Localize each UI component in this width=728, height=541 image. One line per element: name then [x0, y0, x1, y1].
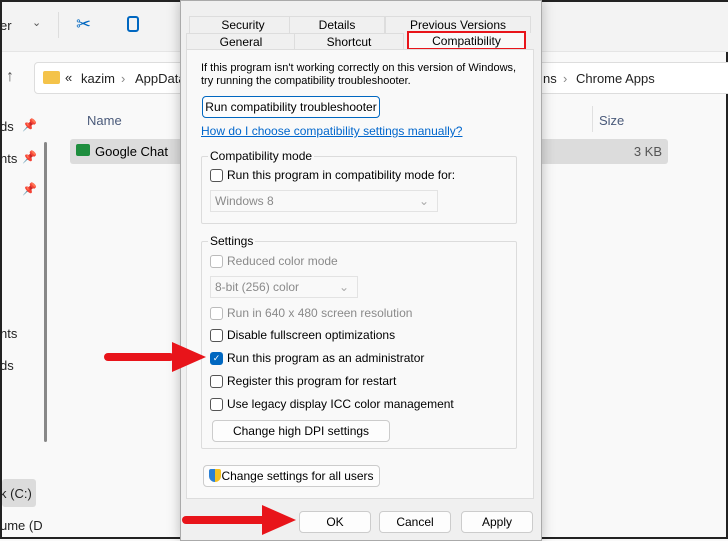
folder-icon — [43, 71, 60, 84]
nav-item[interactable]: ds — [0, 358, 14, 373]
tab-compatibility[interactable]: Compatibility — [407, 31, 526, 50]
breadcrumb-item[interactable]: Chrome Apps — [576, 71, 655, 86]
chevron-down-icon: ⌄ — [338, 280, 349, 294]
resolution-640-checkbox[interactable]: Run in 640 x 480 screen resolution — [210, 306, 412, 320]
register-restart-checkbox[interactable]: Register this program for restart — [210, 374, 396, 388]
run-troubleshooter-button[interactable]: Run compatibility troubleshooter — [202, 96, 380, 118]
change-all-users-button[interactable]: Change settings for all users — [203, 465, 380, 487]
tab-general[interactable]: General — [186, 33, 296, 50]
pin-icon: 📌 — [22, 150, 37, 164]
annotation-arrow — [104, 353, 174, 361]
pin-icon: 📌 — [22, 118, 37, 132]
nav-item-drive-d[interactable]: ume (D — [0, 518, 43, 533]
breadcrumb-item[interactable]: ns — [543, 71, 557, 86]
file-size: 3 KB — [633, 144, 662, 159]
annotation-arrow — [182, 516, 266, 524]
compatibility-panel: If this program isn't working correctly … — [186, 49, 534, 499]
view-label[interactable]: er — [0, 18, 12, 33]
legacy-icc-checkbox[interactable]: Use legacy display ICC color management — [210, 397, 454, 411]
properties-dialog: Security Details Previous Versions Gener… — [180, 0, 542, 541]
ok-button[interactable]: OK — [299, 511, 371, 533]
tab-security[interactable]: Security — [189, 16, 297, 33]
arrow-head — [172, 342, 206, 372]
settings-group: Settings Reduced color mode 8-bit (256) … — [201, 234, 517, 449]
nav-item-drive-c[interactable]: k (C:) — [0, 486, 32, 501]
column-header-size[interactable]: Size — [599, 113, 624, 128]
tab-shortcut[interactable]: Shortcut — [294, 33, 404, 50]
sidebar-scrollbar[interactable] — [44, 142, 47, 442]
checkbox-label: Run in 640 x 480 screen resolution — [227, 306, 413, 320]
select-value: Windows 8 — [215, 194, 274, 208]
tab-details[interactable]: Details — [289, 16, 385, 33]
apply-button[interactable]: Apply — [461, 511, 533, 533]
google-chat-icon — [76, 144, 90, 156]
chevron-down-icon: ⌄ — [418, 194, 429, 208]
nav-item[interactable]: ds — [0, 119, 14, 134]
nav-item[interactable]: nts — [0, 151, 17, 166]
disable-fullscreen-checkbox[interactable]: Disable fullscreen optimizations — [210, 328, 395, 342]
cut-icon[interactable]: ✂ — [76, 14, 91, 35]
run-as-admin-checkbox[interactable]: ✓ Run this program as an administrator — [210, 351, 424, 365]
change-dpi-button[interactable]: Change high DPI settings — [212, 420, 390, 442]
compat-mode-checkbox[interactable]: Run this program in compatibility mode f… — [210, 168, 455, 182]
windows-version-select[interactable]: Windows 8 ⌄ — [210, 190, 438, 212]
compatibility-mode-group: Compatibility mode Run this program in c… — [201, 149, 517, 224]
file-name: Google Chat — [95, 144, 168, 159]
breadcrumb-item[interactable]: AppData — [135, 71, 186, 86]
breadcrumb-overflow[interactable]: « — [65, 70, 72, 85]
up-arrow-icon[interactable]: ↑ — [6, 68, 14, 86]
column-header-name[interactable]: Name — [87, 113, 122, 128]
pin-icon: 📌 — [22, 182, 37, 196]
reduced-color-checkbox[interactable]: Reduced color mode — [210, 254, 338, 268]
help-link[interactable]: How do I choose compatibility settings m… — [201, 124, 462, 138]
checkbox-box[interactable] — [210, 168, 223, 182]
button-label: Change settings for all users — [221, 469, 374, 483]
uac-shield-icon — [209, 469, 222, 482]
checkbox-label: Use legacy display ICC color management — [227, 397, 454, 411]
color-depth-select[interactable]: 8-bit (256) color ⌄ — [210, 276, 358, 298]
intro-text: If this program isn't working correctly … — [201, 62, 517, 87]
divider — [58, 12, 59, 38]
cancel-button[interactable]: Cancel — [379, 511, 451, 533]
checkmark-icon[interactable]: ✓ — [210, 351, 223, 365]
select-value: 8-bit (256) color — [215, 280, 300, 294]
checkbox-label: Register this program for restart — [227, 374, 397, 388]
copy-icon[interactable] — [127, 16, 139, 32]
group-label: Compatibility mode — [208, 149, 315, 163]
chevron-down-icon[interactable]: ⌄ — [32, 16, 41, 29]
checkbox-label: Run this program in compatibility mode f… — [227, 168, 456, 182]
arrow-head — [262, 505, 296, 535]
checkbox-label: Disable fullscreen optimizations — [227, 328, 396, 342]
breadcrumb-item[interactable]: kazim — [81, 71, 115, 86]
group-label: Settings — [208, 234, 256, 248]
checkbox-label: Run this program as an administrator — [227, 351, 425, 365]
checkbox-label: Reduced color mode — [227, 254, 338, 268]
nav-item[interactable]: nts — [0, 326, 17, 341]
